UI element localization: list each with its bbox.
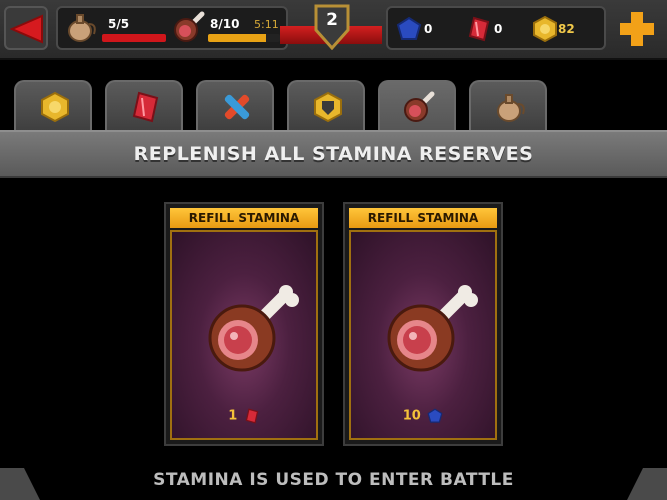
price-amount: 1	[228, 408, 238, 424]
back-button[interactable]	[4, 6, 48, 50]
tab-red-gems[interactable]	[105, 80, 183, 132]
meat-icon	[387, 285, 478, 372]
title-banner: REPLENISH ALL STAMINA RESERVES	[0, 130, 667, 178]
water-jug-icon	[68, 14, 96, 42]
gold-count: 82	[558, 22, 575, 36]
bandage-icon	[224, 94, 250, 120]
gold-coin-icon	[41, 91, 69, 123]
meat-icon	[174, 11, 205, 42]
tab-meat[interactable]	[378, 80, 456, 132]
water-jug-icon	[497, 94, 525, 122]
red-gem-icon	[132, 91, 159, 123]
resource-panel-left: 5/5 8/10 5:11	[56, 6, 288, 50]
card-header: REFILL STAMINA	[349, 208, 497, 228]
card-price: 10	[351, 408, 495, 424]
add-currency-button[interactable]	[614, 8, 660, 50]
water-resource: 5/5	[62, 8, 168, 48]
refill-stamina-card-2[interactable]: REFILL STAMINA 10	[343, 202, 503, 446]
stamina-resource: 8/10 5:11	[170, 8, 286, 48]
stamina-value: 8/10	[210, 17, 240, 31]
stamina-bar	[208, 34, 280, 42]
shield-badge-icon	[314, 91, 342, 123]
water-bar-fill	[102, 34, 166, 42]
rank-badge: 2	[276, 0, 386, 58]
refill-stamina-card-1[interactable]: REFILL STAMINA 1	[164, 202, 324, 446]
top-hud: 5/5 8/10 5:11 2 0 0 82	[0, 0, 667, 60]
stamina-timer: 5:11	[254, 18, 279, 31]
blue-gem-icon	[427, 408, 443, 423]
meat-icon	[404, 91, 435, 122]
red-gem-icon	[245, 408, 259, 424]
stamina-bar-fill	[208, 34, 266, 42]
card-header: REFILL STAMINA	[170, 208, 318, 228]
resource-panel-right: 0 0 82	[386, 6, 606, 50]
tab-water[interactable]	[469, 80, 547, 132]
blue-gems-count: 0	[424, 22, 433, 36]
gold-coin-icon	[533, 16, 557, 42]
price-amount: 10	[402, 408, 421, 424]
tab-gold[interactable]	[14, 80, 92, 132]
back-arrow-icon	[10, 14, 43, 44]
card-price: 1	[172, 408, 316, 424]
red-gems-count: 0	[494, 22, 503, 36]
meat-icon	[208, 285, 299, 372]
blue-gem-icon	[396, 16, 422, 40]
card-art: 10	[349, 230, 497, 440]
red-gem-icon	[468, 16, 490, 42]
page-title: REPLENISH ALL STAMINA RESERVES	[133, 143, 534, 165]
water-bar	[102, 34, 166, 42]
card-art: 1	[170, 230, 318, 440]
water-value: 5/5	[108, 17, 130, 31]
tab-shield[interactable]	[287, 80, 365, 132]
tab-bandage[interactable]	[196, 80, 274, 132]
footer-hint: STAMINA IS USED TO ENTER BATTLE	[153, 470, 514, 490]
rank-level: 2	[326, 10, 338, 30]
